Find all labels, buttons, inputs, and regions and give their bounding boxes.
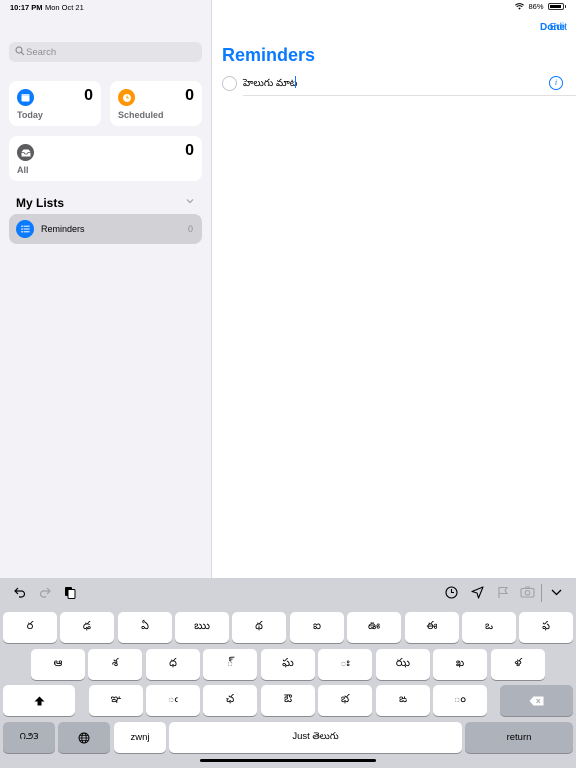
key[interactable]: ః (318, 649, 372, 680)
key[interactable]: ఏ (118, 612, 172, 643)
keyboard: ర ఢ ఏ ఋ థ ఐ ఊ ఈ ఒ ఫ ఆ శ ధ ్ ఘ ః ఝ ఖ ళ ఞ … (0, 578, 576, 768)
search-field[interactable]: Search (9, 42, 202, 62)
clock-icon[interactable] (445, 586, 458, 599)
search-placeholder: Search (26, 47, 57, 58)
return-key[interactable]: return (465, 722, 573, 753)
info-icon[interactable]: i (549, 76, 563, 90)
row-divider (243, 95, 576, 96)
today-label: Today (17, 110, 43, 120)
scheduled-label: Scheduled (118, 110, 164, 120)
key[interactable]: ఝ (376, 649, 430, 680)
globe-icon (78, 732, 90, 743)
home-indicator (200, 759, 376, 762)
key[interactable]: ్ (203, 649, 257, 680)
camera-icon[interactable] (520, 586, 535, 598)
text-cursor (295, 76, 296, 88)
battery-percent: 86% (528, 2, 544, 11)
key[interactable]: ఔ (261, 685, 315, 716)
redo-icon[interactable] (39, 586, 51, 598)
delete-icon (529, 696, 544, 705)
key[interactable]: ఈ (405, 612, 459, 643)
chevron-down-icon[interactable] (186, 198, 194, 204)
clock-icon (118, 89, 135, 106)
zwnj-key[interactable]: zwnj (114, 722, 166, 753)
shift-key[interactable] (3, 685, 75, 716)
list-name: Reminders (41, 224, 85, 234)
keyboard-toolbar (0, 578, 576, 608)
key[interactable]: థ (232, 612, 286, 643)
undo-icon[interactable] (14, 586, 26, 598)
key[interactable]: ఛ (203, 685, 257, 716)
key[interactable]: ధ (146, 649, 200, 680)
wifi-icon (515, 3, 525, 10)
status-time: 10:17 PM (10, 3, 43, 12)
numbers-key[interactable]: ౧౨౩ (3, 722, 55, 753)
key[interactable]: భ (318, 685, 372, 716)
scheduled-card[interactable]: 0 Scheduled (110, 81, 202, 126)
page-title: Reminders (222, 45, 316, 65)
key[interactable]: ఙ (376, 685, 430, 716)
all-card[interactable]: 0 All (9, 136, 202, 181)
list-count: 0 (187, 224, 193, 234)
key[interactable]: ం (433, 685, 487, 716)
key[interactable]: ఆ (31, 649, 85, 680)
key[interactable]: ఒ (462, 612, 516, 643)
shift-icon (34, 696, 44, 705)
key[interactable]: ఖ (433, 649, 487, 680)
key[interactable]: ర (3, 612, 57, 643)
today-count: 0 (84, 87, 93, 104)
key[interactable]: ఐ (290, 612, 344, 643)
all-count: 0 (185, 142, 194, 159)
globe-key[interactable] (58, 722, 110, 753)
key[interactable]: ఋ (175, 612, 229, 643)
key[interactable]: ఁ (146, 685, 200, 716)
key[interactable]: ఘ (261, 649, 315, 680)
my-lists-header: My Lists (16, 196, 65, 210)
all-label: All (17, 165, 29, 175)
status-date: Mon Oct 21 (45, 3, 84, 12)
battery-icon (547, 3, 564, 10)
reminder-checkbox[interactable] (222, 76, 237, 91)
list-icon (16, 220, 34, 238)
done-button[interactable]: Done (540, 22, 565, 33)
key[interactable]: ఊ (347, 612, 401, 643)
key[interactable]: ళ (491, 649, 545, 680)
key[interactable]: శ (88, 649, 142, 680)
today-card[interactable]: 0 Today (9, 81, 101, 126)
reminder-text-input[interactable]: హెలుగు మాట (243, 77, 297, 91)
status-bar: 10:17 PM Mon Oct 21 86% (0, 0, 576, 14)
key[interactable]: ఢ (60, 612, 114, 643)
delete-key[interactable] (500, 685, 573, 716)
paste-icon[interactable] (64, 586, 76, 599)
tray-icon (17, 144, 34, 161)
space-key[interactable]: Just తెలుగు (169, 722, 462, 753)
scheduled-count: 0 (185, 87, 194, 104)
search-icon (15, 46, 25, 56)
key[interactable]: ఞ (89, 685, 143, 716)
dismiss-keyboard-icon[interactable] (551, 589, 562, 596)
list-item-reminders[interactable]: Reminders 0 (9, 214, 202, 244)
flag-icon[interactable] (497, 586, 509, 599)
location-icon[interactable] (471, 586, 484, 599)
calendar-icon (17, 89, 34, 106)
key[interactable]: ఫ (519, 612, 573, 643)
